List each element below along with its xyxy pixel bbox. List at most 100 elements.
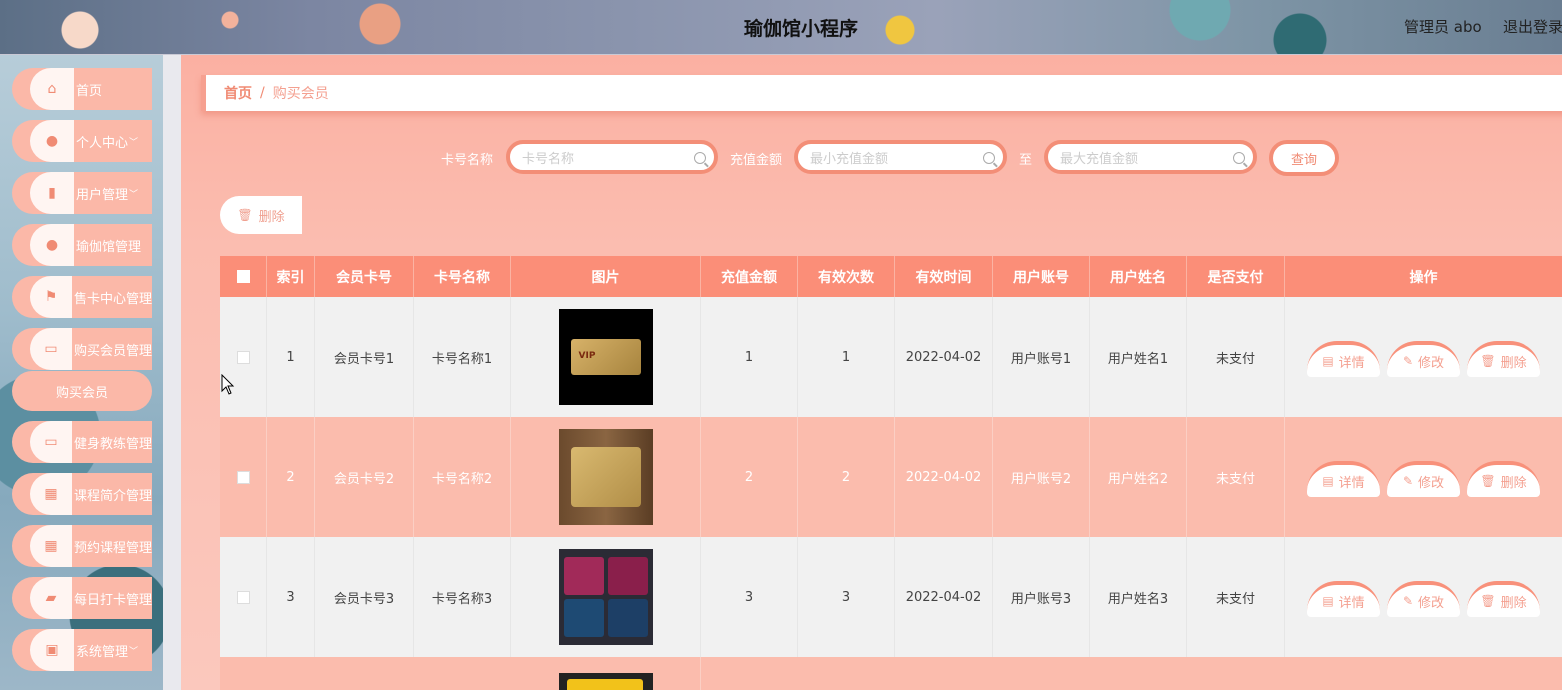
cell-actions: ▤ 详情 ✎ 修改 🗑 删除 (1285, 417, 1562, 537)
header-times: 有效次数 (798, 256, 895, 297)
delete-label: 删除 (258, 209, 285, 225)
card-image (558, 673, 653, 690)
sidebar-subitem-buy-member[interactable]: 购买会员 (12, 371, 152, 411)
monitor-icon: ▭ (30, 328, 72, 370)
delete-button[interactable]: 🗑 删除 (1467, 461, 1540, 497)
max-amount-placeholder: 最大充值金额 (1060, 151, 1139, 167)
card-graphic (607, 557, 648, 595)
cell-card-no: 会员卡号3 (315, 537, 414, 657)
trash-icon: 🗑 (237, 208, 253, 222)
delete-button[interactable]: 🗑 删除 (1467, 581, 1540, 617)
header-card-name: 卡号名称 (414, 256, 511, 297)
delete-label: 删除 (1500, 595, 1527, 611)
breadcrumb: 首页 / 购买会员 (201, 75, 1562, 111)
edit-button[interactable]: ✎ 修改 (1387, 581, 1460, 617)
cell-card-name: 卡号名称3 (414, 537, 511, 657)
delete-label: 删除 (1500, 475, 1527, 491)
flag-icon: ⚑ (30, 276, 72, 318)
detail-button[interactable]: ▤ 详情 (1307, 461, 1380, 497)
sidebar-item-label: 首页 (76, 83, 103, 99)
header-paid: 是否支付 (1187, 256, 1285, 297)
header-date: 有效时间 (895, 256, 993, 297)
sidebar-item-label: 个人中心 (76, 135, 129, 151)
cell-image (511, 657, 701, 690)
header-account: 用户账号 (993, 256, 1090, 297)
sidebar-item-buy-member-management[interactable]: ▭ 购买会员管理 (12, 328, 152, 370)
cell-times: 3 (798, 537, 895, 657)
edit-label: 修改 (1418, 595, 1445, 611)
card-name-input[interactable]: 卡号名称 (506, 140, 718, 174)
cell-image (511, 297, 701, 417)
search-icon (983, 152, 995, 164)
sidebar-item-system-management[interactable]: ▣ 系统管理 ﹀ (12, 629, 152, 671)
row-checkbox[interactable] (236, 470, 250, 484)
query-button[interactable]: 查询 (1269, 140, 1339, 176)
sidebar-item-daily-checkin[interactable]: ▰ 每日打卡管理 (12, 577, 152, 619)
cell-date: 2022-04-02 (895, 297, 993, 417)
trash-icon: 🗑 (1480, 474, 1496, 488)
edit-button[interactable]: ✎ 修改 (1387, 341, 1460, 377)
sidebar-item-coach-management[interactable]: ▭ 健身教练管理 (12, 421, 152, 463)
card-graphic (570, 447, 641, 507)
top-header: 瑜伽馆小程序 管理员 abo 退出登录 (0, 0, 1562, 55)
delete-button[interactable]: 🗑 删除 (1467, 341, 1540, 377)
max-amount-input[interactable]: 最大充值金额 (1044, 140, 1257, 174)
cell-image (511, 417, 701, 537)
sidebar-item-label: 售卡中心管理 (73, 291, 152, 307)
edit-button[interactable]: ✎ 修改 (1387, 461, 1460, 497)
detail-button[interactable]: ▤ 详情 (1307, 341, 1380, 377)
cell-index: 2 (267, 417, 315, 537)
grid-icon: ▦ (30, 473, 72, 515)
trash-icon: 🗑 (1480, 354, 1496, 368)
min-amount-input[interactable]: 最小充值金额 (794, 140, 1007, 174)
select-all-checkbox[interactable] (236, 270, 250, 283)
sidebar-item-label: 每日打卡管理 (73, 592, 152, 608)
cell-paid: 未支付 (1187, 417, 1285, 537)
card-graphic (570, 339, 641, 375)
row-checkbox[interactable] (236, 350, 250, 364)
breadcrumb-home[interactable]: 首页 (224, 83, 252, 103)
cell-times: 1 (798, 297, 895, 417)
chat-icon: ▰ (30, 577, 72, 619)
table-header: 索引 会员卡号 卡号名称 图片 充值金额 有效次数 有效时间 用户账号 用户姓名… (220, 256, 1562, 297)
logout-link[interactable]: 退出登录 (1503, 16, 1562, 37)
breadcrumb-current: 购买会员 (272, 86, 329, 102)
sidebar-item-course-intro[interactable]: ▦ 课程简介管理 (12, 473, 152, 515)
sidebar-item-label: 健身教练管理 (73, 436, 152, 452)
cell-paid: 未支付 (1187, 537, 1285, 657)
min-amount-placeholder: 最小充值金额 (810, 151, 889, 167)
search-icon (1233, 152, 1245, 164)
header-actions: 操作 (1409, 269, 1438, 286)
card-graphic (566, 679, 643, 690)
sidebar-item-course-booking[interactable]: ▦ 预约课程管理 (12, 525, 152, 567)
batch-delete-button[interactable]: 🗑 删除 (220, 196, 302, 234)
detail-label: 详情 (1338, 355, 1365, 371)
cell-card-no: 会员卡号2 (315, 417, 414, 537)
edit-label: 修改 (1418, 475, 1445, 491)
sidebar-item-yoga-management[interactable]: ● 瑜伽馆管理 (12, 224, 152, 266)
cell-user-name: 用户姓名1 (1090, 297, 1187, 417)
header-select-all[interactable] (220, 256, 267, 297)
header-amount: 充值金额 (701, 256, 798, 297)
cell-index: 3 (267, 537, 315, 657)
sidebar-item-personal-center[interactable]: ● 个人中心 ﹀ (12, 120, 152, 162)
admin-label: 管理员 abo (1404, 18, 1482, 36)
pencil-icon: ✎ (1402, 594, 1414, 608)
detail-button[interactable]: ▤ 详情 (1307, 581, 1380, 617)
card-graphic (607, 599, 648, 637)
header-user-name: 用户姓名 (1090, 256, 1187, 297)
sidebar-item-label: 预约课程管理 (73, 540, 152, 556)
cell-user-name: 用户姓名3 (1090, 537, 1187, 657)
sidebar-item-user-management[interactable]: ▮ 用户管理 ﹀ (12, 172, 152, 214)
card-name-label: 卡号名称 (441, 153, 494, 168)
monitor-icon: ▭ (30, 421, 72, 463)
sidebar-item-label: 用户管理 (76, 187, 129, 203)
table-row: 2 会员卡号2 卡号名称2 2 2 2022-04-02 用户账号2 用户姓名2… (220, 417, 1562, 537)
cell-actions: ▤ 详情 ✎ 修改 🗑 删除 (1285, 537, 1562, 657)
row-checkbox[interactable] (236, 590, 250, 604)
sidebar-item-card-center[interactable]: ⚑ 售卡中心管理 (12, 276, 152, 318)
sidebar-item-label: 瑜伽馆管理 (76, 239, 142, 255)
sidebar-item-home[interactable]: ⌂ 首页 (12, 68, 152, 110)
cell-card-no: 会员卡号1 (315, 297, 414, 417)
cell-times: 2 (798, 417, 895, 537)
